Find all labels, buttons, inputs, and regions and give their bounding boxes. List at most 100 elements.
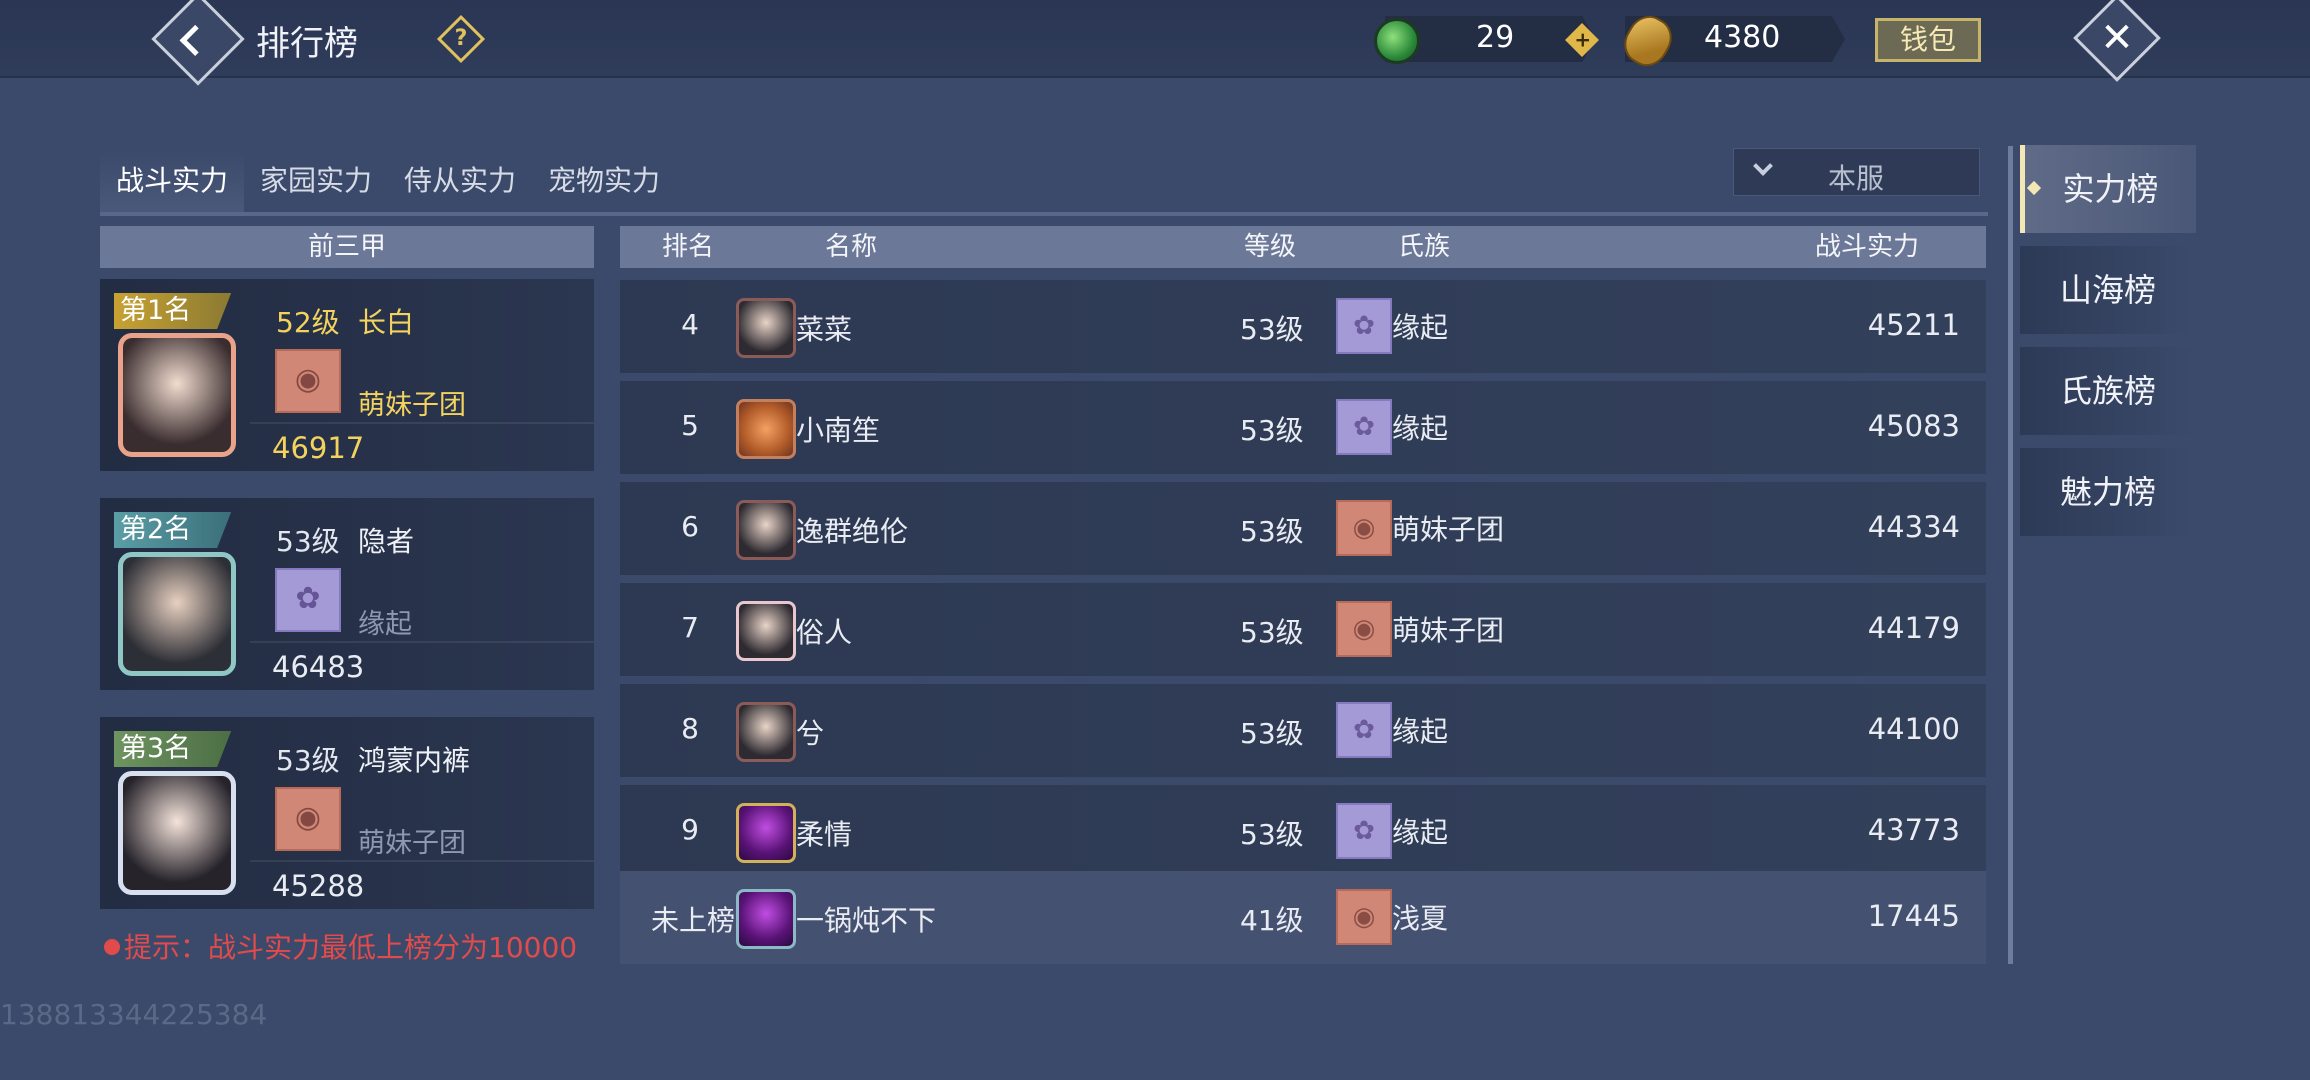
player-name: 一锅炖不下 [796,904,937,937]
self-rank-row[interactable]: 未上榜 一锅炖不下 41级 ◉ 浅夏 17445 [620,871,1986,964]
question-diamond-icon: ? [454,26,468,51]
player-level: 53级 [1240,818,1304,851]
combat-power: 44100 [1867,712,1960,746]
player-name: 俗人 [796,616,853,649]
clan-name: 缘起 [1392,816,1449,849]
column-header-clan: 氏族 [1398,232,1451,262]
wallet-button[interactable]: 钱包 [1875,18,1981,62]
combat-power: 44179 [1867,611,1960,645]
avatar [736,601,796,661]
divider [250,422,594,424]
rank-number: 未上榜 [650,904,735,937]
table-row[interactable]: 8 兮 53级 ✿ 缘起 44100 [620,684,1986,777]
avatar [736,889,796,949]
column-header-name: 名称 [825,232,878,262]
column-header-power: 战斗实力 [1815,232,1920,262]
clan-name: 萌妹子团 [1392,614,1505,647]
side-tab-clan-ranking[interactable]: 氏族榜 [2020,347,2196,435]
side-tab-power-ranking[interactable]: 实力榜 [2020,145,2196,233]
table-row[interactable]: 4 菜菜 53级 ✿ 缘起 45211 [620,280,1986,373]
clan-emblem-icon: ✿ [1336,702,1392,758]
divider [250,641,594,643]
player-name: 小南笙 [796,414,881,447]
combat-power: 45083 [1867,409,1960,443]
player-name: 隐者 [358,525,415,558]
jade-count: 29 [1476,20,1515,55]
coin-count: 4380 [1704,20,1781,55]
avatar [736,702,796,762]
page-title: 排行榜 [256,24,358,64]
clan-emblem-icon: ◉ [1336,889,1392,945]
player-level: 41级 [1240,904,1304,937]
rank-number: 7 [681,611,699,644]
rank-ribbon: 第2名 [114,512,232,548]
rank-number: 5 [681,409,699,442]
clan-name: 萌妹子团 [1392,513,1505,546]
rank-number: 4 [681,308,699,341]
top3-card-3[interactable]: 第3名 53级 鸿蒙内裤 ◉ 萌妹子团 45288 [100,717,594,909]
tabs-divider [100,212,1988,216]
combat-power: 46917 [272,431,365,465]
player-name: 逸群绝伦 [796,515,909,548]
clan-emblem-icon: ◉ [275,787,341,851]
clan-emblem-icon: ✿ [1336,399,1392,455]
player-name: 菜菜 [796,313,853,346]
scrollbar-divider [2008,146,2013,964]
avatar [118,771,236,895]
tab-attendant-power[interactable]: 侍从实力 [388,152,532,216]
clan-name: 缘起 [358,609,412,640]
rank-number: 8 [681,712,699,745]
server-filter-dropdown[interactable]: 本服 [1733,148,1980,196]
rank-number: 6 [681,510,699,543]
avatar [736,803,796,863]
clan-name: 浅夏 [1392,902,1449,935]
table-row[interactable]: 6 逸群绝伦 53级 ◉ 萌妹子团 44334 [620,482,1986,575]
table-row[interactable]: 5 小南笙 53级 ✿ 缘起 45083 [620,381,1986,474]
rank-number: 9 [681,813,699,846]
table-row[interactable]: 7 俗人 53级 ◉ 萌妹子团 44179 [620,583,1986,676]
chevron-down-icon [1753,156,1773,176]
clan-name: 缘起 [1392,311,1449,344]
column-header-level: 等级 [1244,232,1297,262]
player-name: 柔情 [796,818,853,851]
player-level: 53级 [1240,717,1304,750]
clan-emblem-icon: ✿ [1336,803,1392,859]
hint-label: 提示：战斗实力最低上榜分为10000 [124,931,578,964]
combat-power: 46483 [272,650,365,684]
player-level: 53级 [1240,616,1304,649]
clan-emblem-icon: ✿ [275,568,341,632]
avatar [736,298,796,358]
plus-icon: + [1574,27,1592,52]
combat-power: 45288 [272,869,365,903]
clan-emblem-icon: ◉ [1336,500,1392,556]
combat-power: 45211 [1867,308,1960,342]
clan-emblem-icon: ◉ [275,349,341,413]
rank-ribbon: 第3名 [114,731,232,767]
player-level: 53级 [1240,313,1304,346]
divider [250,860,594,862]
tab-combat-power[interactable]: 战斗实力 [100,152,245,216]
avatar [736,399,796,459]
player-name: 鸿蒙内裤 [358,744,471,777]
top3-card-2[interactable]: 第2名 53级 隐者 ✿ 缘起 46483 [100,498,594,690]
column-header-rank: 排名 [662,232,715,262]
jade-icon [1374,18,1420,64]
tab-pet-power[interactable]: 宠物实力 [532,152,676,216]
player-level: 53级 [1240,414,1304,447]
table-row[interactable]: 9 柔情 53级 ✿ 缘起 43773 [620,785,1986,878]
top3-card-1[interactable]: 第1名 52级 长白 ◉ 萌妹子团 46917 [100,279,594,471]
combat-power: 43773 [1867,813,1960,847]
category-tabs: 战斗实力 家园实力 侍从实力 宠物实力 [100,152,676,216]
player-name: 长白 [358,306,415,339]
top3-header: 前三甲 [100,226,594,268]
chevron-left-icon [179,24,211,56]
table-header: 排名 名称 等级 氏族 战斗实力 [620,226,1986,268]
side-tab-charm-ranking[interactable]: 魅力榜 [2020,448,2196,536]
server-filter-value: 本服 [1828,162,1885,195]
tab-home-power[interactable]: 家园实力 [244,152,388,216]
player-level: 53级 [276,744,340,777]
player-level: 53级 [276,525,340,558]
side-tab-shanhai-ranking[interactable]: 山海榜 [2020,246,2196,334]
close-icon: ✕ [2100,14,2134,61]
hint-text: 提示：战斗实力最低上榜分为10000 [104,926,577,966]
